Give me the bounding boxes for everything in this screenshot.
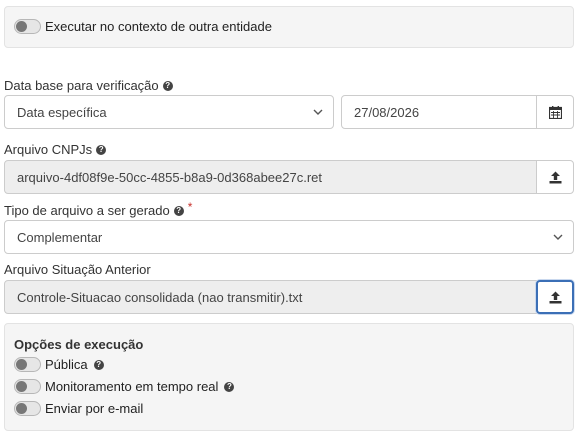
previous-status-label: Arquivo Situação Anterior — [4, 262, 151, 277]
chevron-down-icon — [543, 234, 573, 241]
send-email-toggle[interactable] — [14, 401, 41, 416]
public-label: Pública — [45, 357, 88, 372]
upload-icon — [549, 171, 561, 183]
realtime-monitoring-toggle[interactable] — [14, 379, 41, 394]
cnpj-file-label: Arquivo CNPJs ? — [4, 142, 107, 157]
question-circle-icon: ? — [173, 205, 184, 216]
base-date-select[interactable]: Data específica — [4, 95, 334, 129]
execution-options-title: Opções de execução — [14, 337, 144, 352]
previous-status-upload-button[interactable] — [536, 280, 574, 314]
file-type-label: Tipo de arquivo a ser gerado ? * — [4, 199, 193, 219]
question-circle-icon: ? — [162, 80, 173, 91]
calendar-icon — [548, 105, 562, 119]
file-type-select[interactable]: Complementar — [4, 220, 574, 254]
cnpj-upload-button[interactable] — [536, 160, 574, 194]
base-date-select-value: Data específica — [17, 104, 107, 120]
file-type-value: Complementar — [17, 229, 103, 245]
context-panel: Executar no contexto de outra entidade — [4, 6, 574, 48]
context-toggle[interactable] — [14, 19, 41, 34]
chevron-down-icon — [303, 109, 333, 116]
base-date-value: 27/08/2026 — [354, 104, 420, 120]
previous-status-field: Controle-Situacao consolidada (nao trans… — [4, 280, 537, 314]
upload-icon — [549, 291, 561, 303]
send-email-label: Enviar por e-mail — [45, 401, 144, 416]
base-date-label: Data base para verificação ? — [4, 78, 173, 93]
public-toggle[interactable] — [14, 357, 41, 372]
realtime-monitoring-label: Monitoramento em tempo real — [45, 379, 219, 394]
question-circle-icon: ? — [96, 144, 107, 155]
question-circle-icon: ? — [224, 381, 235, 392]
calendar-button[interactable] — [536, 95, 574, 129]
execution-options-panel: Opções de execução Pública ? Monitoramen… — [4, 323, 574, 431]
base-date-input[interactable]: 27/08/2026 — [341, 95, 537, 129]
cnpj-file-field: arquivo-4df08f9e-50cc-4855-b8a9-0d368abe… — [4, 160, 537, 194]
required-mark: * — [187, 199, 193, 214]
context-toggle-label: Executar no contexto de outra entidade — [45, 19, 272, 34]
question-circle-icon: ? — [93, 359, 104, 370]
previous-status-value: Controle-Situacao consolidada (nao trans… — [17, 289, 303, 305]
cnpj-file-value: arquivo-4df08f9e-50cc-4855-b8a9-0d368abe… — [17, 169, 322, 185]
